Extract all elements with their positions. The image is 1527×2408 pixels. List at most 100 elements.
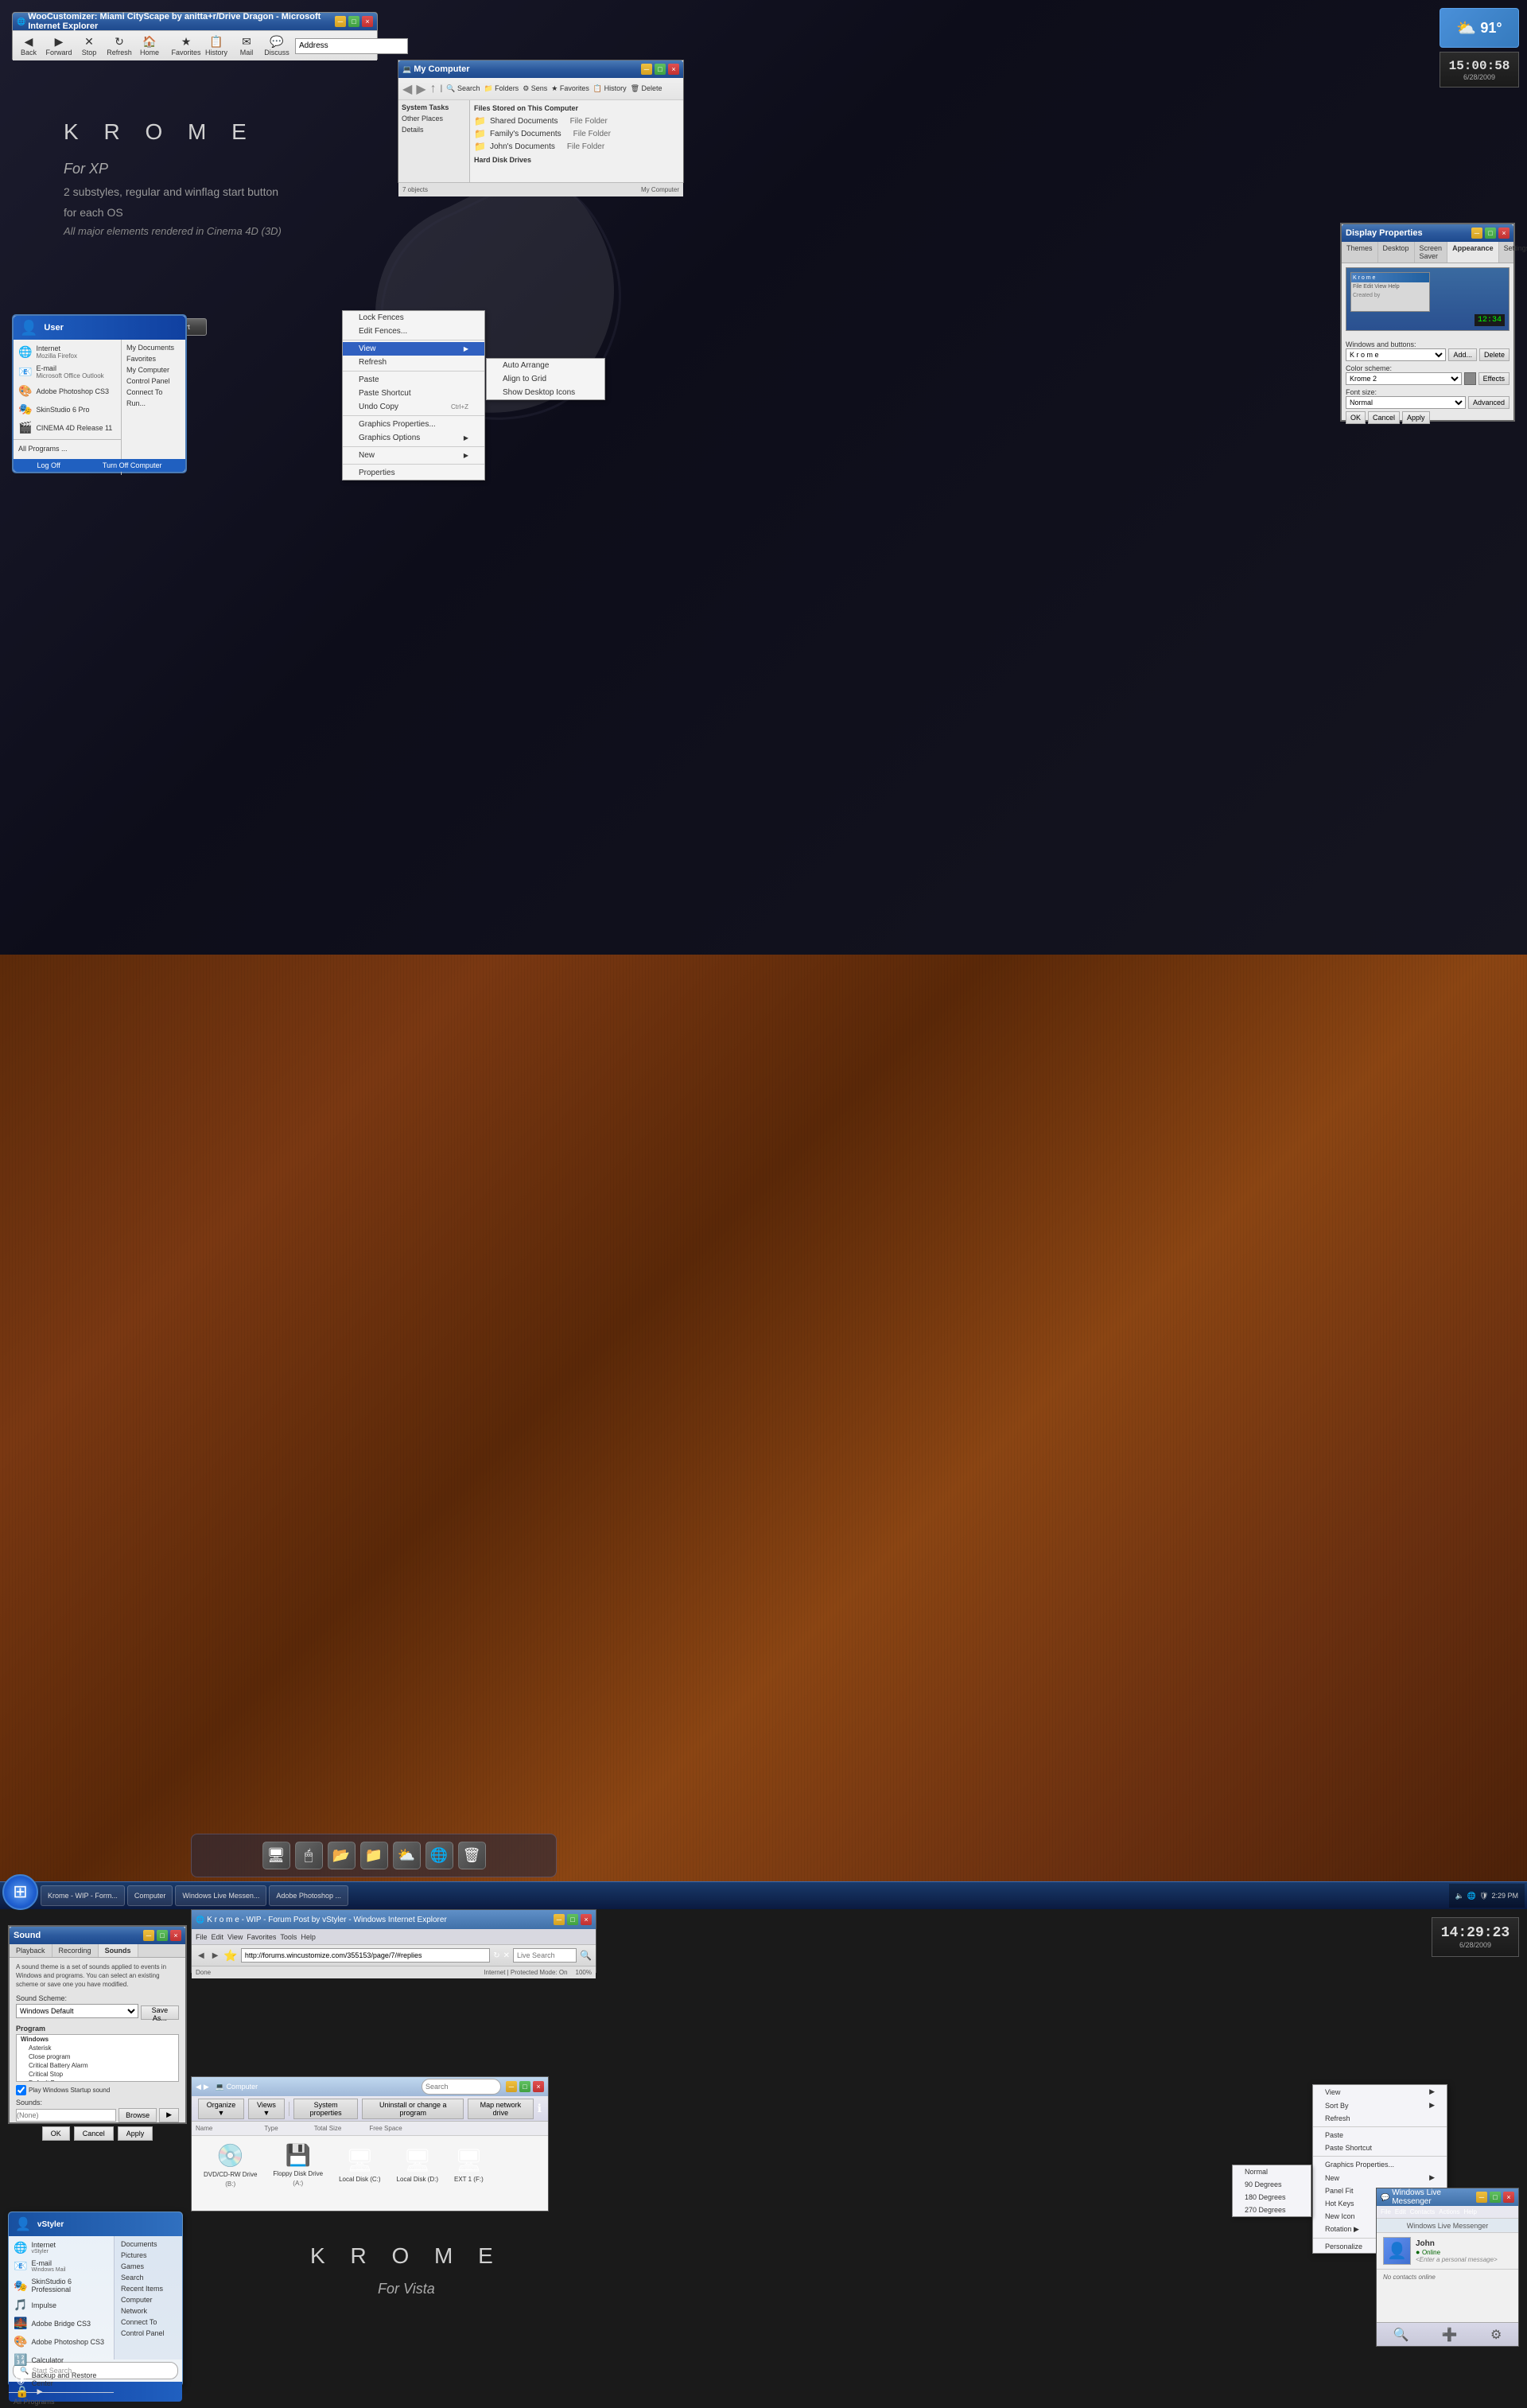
sound-ok-btn[interactable]: OK <box>42 2126 70 2141</box>
ie-vista-min[interactable]: ─ <box>554 1914 565 1925</box>
start-button-vista[interactable]: ⊞ <box>2 1874 38 1910</box>
dock-icon-vista-6[interactable]: 🌐 <box>425 1842 453 1869</box>
tb-wlm[interactable]: Windows Live Messen... <box>175 1885 266 1906</box>
vsm-skinstudio[interactable]: 🎭 SkinStudio 6 Professional <box>9 2275 114 2296</box>
mc-uninstall-btn[interactable]: Uninstall or change a program <box>362 2099 464 2119</box>
favorites-button-xp[interactable]: ★Favorites <box>174 35 198 56</box>
play-startup-checkbox[interactable] <box>16 2085 26 2095</box>
vista-arrow-icon[interactable]: ▶ <box>37 2387 42 2396</box>
tree-close-program[interactable]: Close program <box>17 2052 178 2061</box>
ctx-v-new[interactable]: New ▶ <box>1313 2171 1447 2184</box>
ie-menu-help[interactable]: Help <box>301 1933 316 1941</box>
discuss-button-xp[interactable]: 💬Discuss <box>265 35 289 56</box>
dp-tab-themes[interactable]: Themes <box>1342 242 1378 263</box>
wlm-contacts[interactable]: Contacts <box>1410 2208 1436 2215</box>
sound-browse-btn[interactable]: Browse <box>119 2108 157 2122</box>
mc-forward-btn[interactable]: ▶ <box>416 81 425 97</box>
ie-menu-tools[interactable]: Tools <box>280 1933 297 1941</box>
mc-sens-btn[interactable]: ⚙ Sens <box>523 84 547 93</box>
ie-forward-btn[interactable]: ▶ <box>210 1951 221 1961</box>
vsm-control-panel[interactable]: Control Panel <box>115 2328 182 2339</box>
ie-back-btn[interactable]: ◀ <box>196 1951 207 1961</box>
vsm-email[interactable]: 📧 E-mail Windows Mail <box>9 2257 114 2275</box>
ctx-v-paste[interactable]: Paste <box>1313 2129 1447 2142</box>
drive-floppy[interactable]: 💾 Floppy Disk Drive (A:) <box>273 2143 323 2187</box>
ctx-auto-arrange[interactable]: Auto Arrange <box>487 359 604 372</box>
sound-maximize[interactable]: □ <box>157 1930 168 1941</box>
dp-add-btn[interactable]: Add... <box>1448 348 1477 361</box>
dp-maximize[interactable]: □ <box>1485 228 1496 239</box>
vsm-network[interactable]: Network <box>115 2305 182 2317</box>
sound-play-btn[interactable]: ▶ <box>159 2108 179 2122</box>
ctx-graphics-props[interactable]: Graphics Properties... <box>343 418 484 431</box>
mc-search-btn[interactable]: 🔍 Search <box>446 84 480 93</box>
drive-dvd[interactable]: 💿 DVD/CD-RW Drive (B:) <box>204 2142 257 2188</box>
vsm-impulse[interactable]: 🎵 Impulse <box>9 2296 114 2314</box>
mc-back-btn[interactable]: ◀ <box>402 81 412 97</box>
wlm-actions[interactable]: Actions <box>1439 2208 1459 2215</box>
sm-item-skinstudio[interactable]: 🎭 SkinStudio 6 Pro <box>14 400 121 418</box>
mc-minimize[interactable]: ─ <box>641 64 652 75</box>
ie-close-xp[interactable]: × <box>362 16 373 27</box>
ie-menu-view[interactable]: View <box>227 1933 243 1941</box>
drive-local-d[interactable]: 🖥 Local Disk (D:) <box>397 2147 438 2183</box>
wlm-help[interactable]: Help <box>1464 2208 1477 2215</box>
sound-file-input[interactable] <box>16 2109 116 2122</box>
wlm-file[interactable]: File <box>1381 2208 1391 2215</box>
ie-menu-favorites[interactable]: Favorites <box>247 1933 276 1941</box>
tree-asterisk[interactable]: Asterisk <box>17 2044 178 2052</box>
ctx-paste[interactable]: Paste <box>343 373 484 387</box>
mc-maximize[interactable]: □ <box>655 64 666 75</box>
tree-windows[interactable]: Windows <box>17 2035 178 2044</box>
sm-connect-to[interactable]: Connect To <box>122 387 185 398</box>
ctx-new[interactable]: New ▶ <box>343 449 484 462</box>
vista-lock-icon[interactable]: 🔒 <box>15 2385 29 2398</box>
stop-button-xp[interactable]: ✕Stop <box>77 35 101 56</box>
dp-ok-btn[interactable]: OK <box>1346 411 1366 424</box>
mc-close[interactable]: × <box>668 64 679 75</box>
wlm-max[interactable]: □ <box>1490 2192 1501 2203</box>
mc-max-vista[interactable]: □ <box>519 2081 530 2092</box>
mail-button-xp[interactable]: ✉Mail <box>235 35 258 56</box>
vsm-recent[interactable]: Recent Items <box>115 2283 182 2294</box>
dp-tab-settings[interactable]: Settings <box>1499 242 1527 263</box>
tree-default-beep[interactable]: Default Beep <box>17 2079 178 2082</box>
ie-stop-btn[interactable]: ✕ <box>503 1951 510 1960</box>
refresh-button-xp[interactable]: ↻Refresh <box>107 35 131 56</box>
dp-cancel-btn[interactable]: Cancel <box>1368 411 1400 424</box>
wlm-settings-btn[interactable]: ⚙ <box>1490 2327 1502 2343</box>
ctx-paste-shortcut[interactable]: Paste Shortcut <box>343 387 484 400</box>
sm-my-documents[interactable]: My Documents <box>122 342 185 353</box>
drive-ext1[interactable]: 🖥 EXT 1 (F:) <box>454 2147 484 2183</box>
vsm-connect-to[interactable]: Connect To <box>115 2317 182 2328</box>
sm-my-computer[interactable]: My Computer <box>122 364 185 375</box>
ie-menu-file[interactable]: File <box>196 1933 208 1941</box>
rotation-90[interactable]: 90 Degrees <box>1233 2178 1311 2191</box>
dp-close[interactable]: × <box>1498 228 1510 239</box>
ie-menu-edit[interactable]: Edit <box>212 1933 224 1941</box>
ctx-properties[interactable]: Properties <box>343 466 484 480</box>
mc-up-btn[interactable]: ↑ <box>430 82 437 96</box>
ie-search-btn[interactable]: 🔍 <box>580 1950 592 1961</box>
sound-minimize[interactable]: ─ <box>143 1930 154 1941</box>
mc-organize-btn[interactable]: Organize ▼ <box>198 2099 244 2119</box>
sound-apply-btn[interactable]: Apply <box>118 2126 153 2141</box>
vsm-games[interactable]: Games <box>115 2261 182 2272</box>
wlm-add-btn[interactable]: ➕ <box>1442 2327 1458 2343</box>
tb-photoshop-vista[interactable]: Adobe Photoshop ... <box>269 1885 348 1906</box>
wlm-close[interactable]: × <box>1503 2192 1514 2203</box>
wlm-edit[interactable]: Edit <box>1395 2208 1406 2215</box>
ctx-v-refresh[interactable]: Refresh <box>1313 2112 1447 2125</box>
mc-views-btn[interactable]: Views ▼ <box>248 2099 285 2119</box>
vsm-computer[interactable]: Computer <box>115 2294 182 2305</box>
sound-tab-sounds[interactable]: Sounds <box>99 1944 138 1957</box>
dock-icon-vista-5[interactable]: ⛅ <box>393 1842 421 1869</box>
back-button-xp[interactable]: ◀Back <box>17 35 41 56</box>
mc-close-vista[interactable]: × <box>533 2081 544 2092</box>
dock-icon-vista-2[interactable]: 🖱 <box>295 1842 323 1869</box>
ctx-refresh[interactable]: Refresh <box>343 356 484 369</box>
sm-item-email[interactable]: 📧 E-mail Microsoft Office Outlook <box>14 362 121 382</box>
sm-run[interactable]: Run... <box>122 398 185 409</box>
dp-advanced-btn[interactable]: Advanced <box>1468 396 1510 409</box>
vsm-photoshop[interactable]: 🎨 Adobe Photoshop CS3 <box>9 2332 114 2351</box>
